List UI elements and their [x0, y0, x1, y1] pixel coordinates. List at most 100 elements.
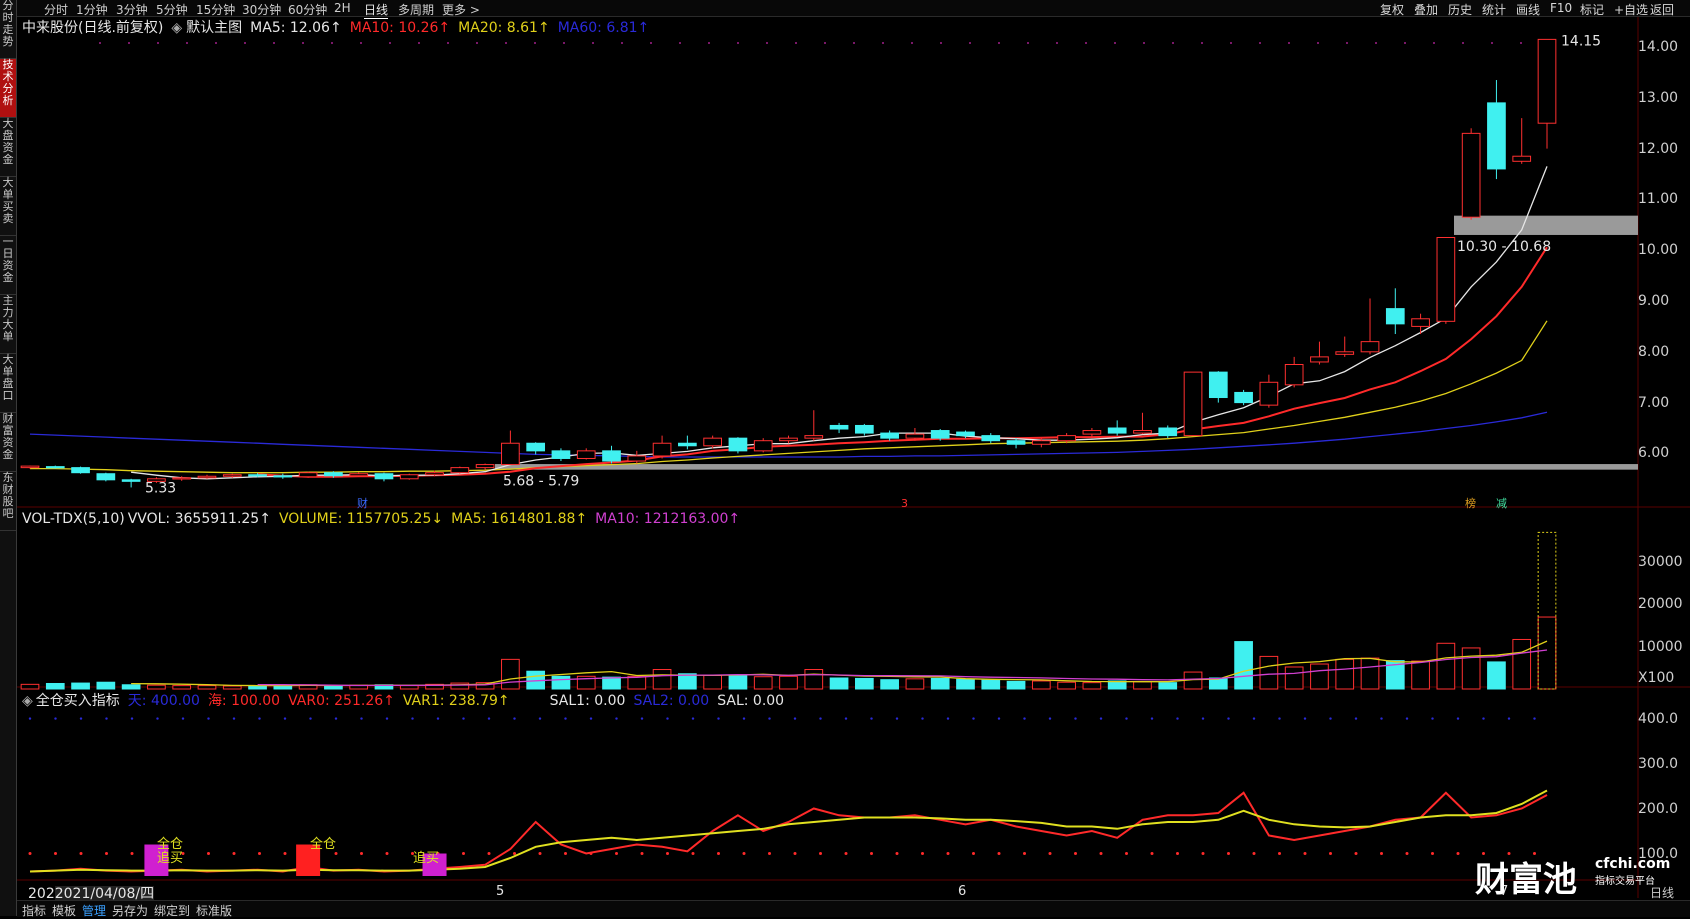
zone1-label: 10.30 - 10.68 — [1457, 239, 1551, 255]
volume-bar — [930, 677, 950, 690]
sea-dot — [1405, 852, 1409, 856]
candle-body — [1082, 430, 1102, 435]
sea-dot — [513, 852, 516, 856]
month-label: 5 — [496, 884, 505, 899]
candle-body — [1133, 430, 1152, 434]
candle-body — [1259, 381, 1279, 406]
sky-dot — [1431, 717, 1434, 720]
volume-bar — [1057, 681, 1076, 690]
top-dot — [1404, 42, 1406, 44]
top-dot — [1375, 42, 1377, 44]
candle-body — [71, 467, 90, 474]
watermark-slogan: 指标交易平台 — [1595, 876, 1655, 887]
event-marker[interactable]: 榜 — [1465, 496, 1476, 510]
top-dot — [389, 42, 391, 44]
volume-bar — [1335, 658, 1355, 690]
top-dot — [1346, 42, 1348, 44]
top-dot — [1317, 42, 1319, 44]
sea-dot — [972, 852, 975, 856]
sky-dot — [1099, 717, 1103, 720]
sky-dot — [207, 717, 210, 720]
bottom-btn-0[interactable]: 指标 — [22, 902, 46, 919]
sky-dot — [334, 717, 338, 720]
top-dot — [476, 42, 478, 44]
top-dot — [679, 42, 681, 44]
volume-bar — [627, 675, 647, 690]
sea-dot — [742, 852, 746, 856]
top-dot — [940, 42, 942, 44]
candle-body — [45, 466, 65, 469]
volume-bar — [71, 682, 90, 690]
candle-body — [1436, 237, 1456, 322]
candle-body — [1031, 440, 1051, 445]
sky-dot — [1380, 717, 1383, 720]
bottom-btn-2[interactable]: 管理 — [82, 902, 106, 919]
top-dot — [853, 42, 855, 44]
top-dot — [882, 42, 884, 44]
top-dot — [1259, 42, 1261, 44]
chart-canvas[interactable]: 14.15 5.33 10.30 - 10.68 5.68 - 5.79 财 3 榜 减全仓追… — [0, 0, 1690, 916]
candle-body — [551, 450, 571, 459]
candle-body — [753, 440, 773, 452]
event-marker[interactable]: 财 — [357, 496, 368, 510]
volume-bar — [1082, 682, 1102, 690]
top-dot — [1520, 42, 1522, 44]
top-dot — [795, 42, 797, 44]
bottom-btn-3[interactable]: 另存为 — [112, 902, 148, 919]
sea-dot — [1176, 852, 1179, 856]
candle-body — [475, 464, 495, 469]
volume-bar — [551, 675, 571, 690]
bottom-btn-5[interactable]: 标准版 — [196, 902, 232, 919]
volume-bar — [1133, 681, 1152, 690]
volume-bar — [652, 669, 672, 690]
bottom-btn-1[interactable]: 模板 — [52, 902, 76, 919]
watermark: 财富池 — [1475, 852, 1577, 901]
candle-body — [1411, 318, 1430, 327]
volume-bar — [1158, 682, 1178, 690]
candle-body — [1107, 427, 1127, 434]
sky-dot — [513, 717, 516, 720]
volume-bar — [678, 673, 697, 690]
volume-bar — [1031, 680, 1051, 690]
candle-body — [678, 442, 697, 447]
candle-body — [576, 450, 596, 459]
volume-bar — [399, 685, 419, 690]
volume-bar — [981, 679, 1001, 690]
sky-dot — [717, 717, 720, 720]
bottom-btn-4[interactable]: 绑定到 — [154, 902, 190, 919]
bottom-toolbar: 指标 模板 管理 另存为 绑定到 标准版 — [17, 900, 1690, 919]
sky-dot — [156, 717, 159, 720]
candle-body — [1006, 440, 1026, 445]
price-tick: 7.00 — [1638, 394, 1670, 411]
volume-bar — [1360, 657, 1380, 690]
candle-body — [1158, 427, 1178, 437]
candle-body — [1360, 341, 1380, 353]
top-dot — [186, 42, 188, 44]
zone2-label: 5.68 - 5.79 — [503, 474, 579, 490]
sea-dot — [1074, 852, 1077, 856]
volume-bar — [1006, 680, 1026, 690]
sea-dot — [1201, 852, 1205, 856]
sky-dot — [819, 717, 822, 720]
event-marker[interactable]: 减 — [1496, 497, 1507, 510]
price-tick: 6.00 — [1638, 445, 1670, 462]
sea-dot — [334, 852, 338, 856]
volume-bar — [1537, 616, 1557, 690]
sky-dot — [972, 717, 975, 720]
volume-bar — [1310, 663, 1329, 690]
sky-dot — [385, 717, 389, 720]
candle-body — [1183, 371, 1203, 437]
sky-dot — [1227, 717, 1230, 720]
candle-body — [956, 431, 975, 437]
sea-dot — [79, 852, 83, 856]
volume-bar — [829, 677, 849, 690]
sky-dot — [691, 717, 695, 720]
candle-body — [804, 435, 824, 439]
candle-body — [526, 442, 546, 452]
sea-dot — [462, 852, 465, 856]
event-marker[interactable]: 3 — [901, 497, 908, 510]
sea-dot — [207, 852, 210, 856]
volume-bar — [197, 685, 217, 690]
sky-dot — [1278, 717, 1281, 720]
sea-dot — [283, 852, 287, 856]
